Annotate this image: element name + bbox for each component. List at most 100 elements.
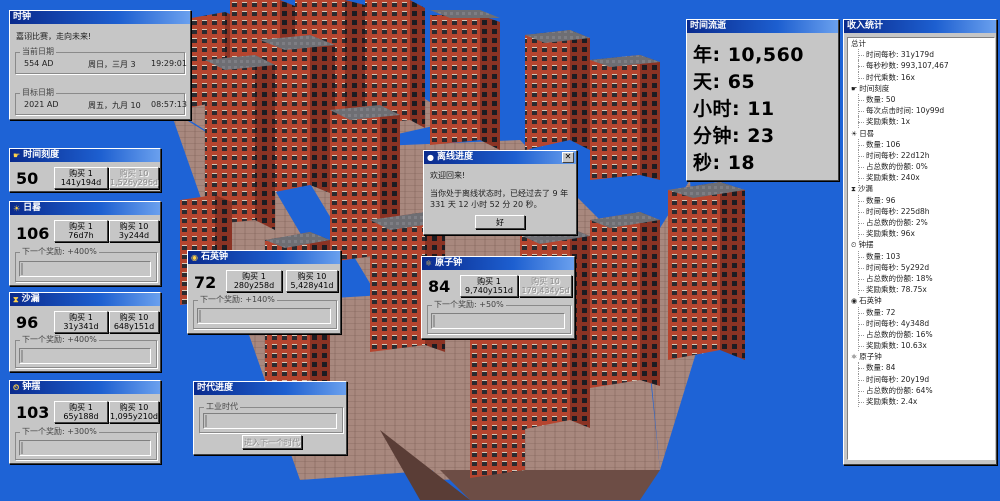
stats-row-text: 沙漏	[857, 184, 873, 194]
stats-row-text: 数量: 50	[866, 94, 896, 104]
stats-row-text: 奖励乘数: 96x	[866, 229, 915, 239]
tick-buy10-button[interactable]: 购买 10 1,526y296d	[109, 167, 159, 189]
hourglass-buy10-cost: 648y151d	[113, 322, 155, 331]
stats-tree[interactable]: 总计 时间每秒: 31y179d 每秒秒数: 993,107,467 时代乘数: 16…	[847, 37, 995, 460]
generator-quartz-window: ◉ 石英钟 72 购买 1 280y258d 购买 10 5,428y41d 下…	[187, 250, 341, 334]
stats-entry: 奖励乘数: 1x	[848, 116, 994, 128]
pendulum-buy1-button[interactable]: 购买 1 65y188d	[54, 401, 108, 423]
stats-entry: 时间每秒: 4y348d	[848, 317, 994, 329]
atom-icon: ⚛	[425, 259, 433, 268]
clock-titlebar[interactable]: 时钟	[10, 11, 190, 24]
stats-group-icon: ⚛	[851, 353, 858, 362]
tree-line	[858, 172, 859, 184]
atomic-buy10-button[interactable]: 购买 10 179,434y5d	[519, 275, 572, 297]
generator-atomic-titlebar[interactable]: ⚛ 原子钟	[422, 257, 574, 270]
stats-row-text: 占总数的份额: 16%	[866, 329, 933, 339]
stats-row-text: 占总数的份额: 18%	[866, 273, 933, 283]
tick-buy1-button[interactable]: 购买 1 141y194d	[54, 167, 108, 189]
tree-line	[858, 93, 859, 106]
atomic-buy1-button[interactable]: 购买 1 9,740y151d	[460, 275, 518, 297]
generator-quartz-titlebar[interactable]: ◉ 石英钟	[188, 251, 340, 264]
generator-pendulum-titlebar[interactable]: ⏲ 钟摆	[10, 381, 160, 394]
stats-row-text: 时间每秒: 5y292d	[866, 262, 930, 272]
sundial-buy10-cost: 3y244d	[118, 231, 150, 240]
generator-hourglass-titlebar[interactable]: ⧗ 沙漏	[10, 293, 160, 306]
offline-welcome: 欢迎回来!	[430, 171, 466, 180]
stats-entry: 奖励乘数: 78.75x	[848, 284, 994, 296]
target-date-label: 目标日期	[20, 88, 56, 98]
stats-entry: 占总数的份额: 2%	[848, 217, 994, 229]
elapsed-window: 时间流逝 年: 10,560 天: 65 小时: 11 分钟: 23 秒: 18	[686, 19, 839, 181]
current-time: 19:29:01	[151, 59, 187, 68]
pendulum-progress-group: 下一个奖励: +300%	[15, 427, 157, 460]
stats-entry: 数量: 106	[848, 138, 994, 150]
stats-row-text: 数量: 72	[866, 307, 896, 317]
stats-group-header[interactable]: ⚛ 原子钟	[848, 351, 994, 362]
sundial-buy1-cost: 76d7h	[68, 231, 94, 240]
tree-line	[858, 60, 859, 72]
quartz-buy1-cost: 280y258d	[233, 281, 275, 290]
stats-row-text: 时间刻度	[859, 83, 890, 93]
stats-entry: 占总数的份额: 0%	[848, 161, 994, 173]
tree-line	[858, 272, 859, 285]
pendulum-buy1-cost: 65y188d	[63, 412, 99, 421]
target-time: 08:57:13	[151, 100, 187, 109]
quartz-progress-bar	[197, 308, 331, 324]
current-date-group: 当前日期 554 AD 周日，三月 3 19:29:01	[15, 47, 187, 74]
stats-group-icon: ☛	[851, 84, 858, 93]
stats-entry: 时间每秒: 5y292d	[848, 261, 994, 273]
pendulum-buy10-label: 购买 10	[119, 403, 149, 412]
offline-titlebar[interactable]: ● 离线进度 ✕	[424, 151, 576, 164]
stats-titlebar[interactable]: 收入统计	[844, 20, 996, 33]
sundial-buy1-button[interactable]: 购买 1 76d7h	[54, 220, 108, 242]
sundial-progress-bar	[19, 261, 151, 277]
atomic-buy1-label: 购买 1	[477, 277, 501, 286]
stats-group-header[interactable]: ⏲ 钟摆	[848, 239, 994, 250]
quartz-buy10-button[interactable]: 购买 10 5,428y41d	[286, 270, 338, 292]
generator-quartz-title: 石英钟	[200, 252, 228, 262]
stats-entry: 数量: 84	[848, 362, 994, 374]
stats-group-header[interactable]: 总计	[848, 38, 994, 49]
stats-entry: 数量: 103	[848, 250, 994, 262]
tree-line	[858, 228, 859, 240]
sundial-next-reward: 下一个奖励: +400%	[20, 247, 99, 257]
era-name: 工业时代	[204, 402, 240, 412]
hourglass-buy1-button[interactable]: 购买 1 31y341d	[54, 311, 108, 333]
stats-row-text: 数量: 96	[866, 195, 896, 205]
generator-sundial-titlebar[interactable]: ☀ 日晷	[10, 202, 160, 215]
stats-row-text: 数量: 103	[866, 251, 901, 261]
tree-line	[858, 105, 859, 117]
hourglass-progress-bar	[19, 348, 151, 364]
quartz-buy1-button[interactable]: 购买 1 280y258d	[226, 270, 282, 292]
sundial-buy10-button[interactable]: 购买 10 3y244d	[109, 220, 159, 242]
close-icon[interactable]: ✕	[562, 152, 574, 163]
current-date-label: 当前日期	[20, 47, 56, 57]
hourglass-buy10-button[interactable]: 购买 10 648y151d	[109, 311, 159, 333]
stats-group-header[interactable]: ⧗ 沙漏	[848, 183, 994, 194]
clock-title: 时钟	[13, 12, 32, 22]
pendulum-buy1-label: 购买 1	[69, 403, 93, 412]
pendulum-buy10-button[interactable]: 购买 10 1,095y210d	[109, 401, 159, 423]
tree-line	[858, 161, 859, 173]
stats-row-text: 总计	[851, 39, 866, 48]
stats-group-header[interactable]: ☛ 时间刻度	[848, 83, 994, 94]
stats-entry: 数量: 50	[848, 93, 994, 106]
elapsed-days: 天: 65	[693, 71, 756, 93]
generator-sundial-title: 日晷	[23, 203, 42, 213]
tree-line	[858, 261, 859, 273]
offline-ok-button[interactable]: 好	[475, 215, 525, 229]
stats-entry: 时间每秒: 20y19d	[848, 373, 994, 385]
info-icon: ●	[427, 153, 434, 162]
advance-era-button[interactable]: 进入下一个时代	[242, 435, 302, 449]
current-weekday-date: 周日，三月 3	[88, 60, 136, 69]
quartz-buy10-label: 购买 10	[297, 272, 327, 281]
stats-group-header[interactable]: ☀ 日晷	[848, 128, 994, 139]
target-date-group: 目标日期 2021 AD 周五，九月 10 08:57:13	[15, 88, 187, 115]
atomic-next-reward: 下一个奖励: +50%	[432, 300, 506, 310]
stats-group-header[interactable]: ◉ 石英钟	[848, 295, 994, 306]
tree-line	[858, 149, 859, 162]
generator-tick-window: ☛ 时间刻度 50 购买 1 141y194d 购买 10 1,526y296d	[9, 148, 161, 192]
elapsed-titlebar[interactable]: 时间流逝	[687, 20, 838, 33]
generator-tick-titlebar[interactable]: ☛ 时间刻度	[10, 149, 160, 162]
era-titlebar[interactable]: 时代进度	[194, 382, 346, 395]
